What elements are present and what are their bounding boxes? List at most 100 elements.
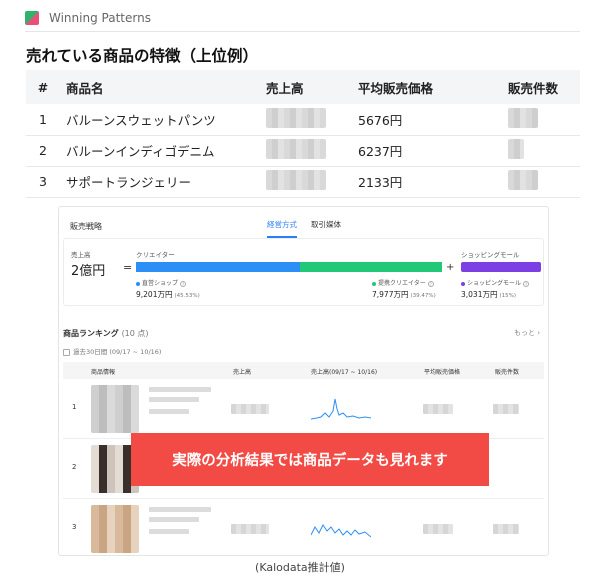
row-number: 3 (26, 166, 60, 198)
tab-management-type[interactable]: 経営方式 (267, 219, 297, 238)
blurred-sales (231, 404, 269, 414)
partner-creator-value: 7,977万円 (39.47%) (372, 289, 436, 300)
data-available-banner: 実際の分析結果では商品データも見れます (131, 433, 489, 486)
sales-breakdown: 売上高 2億円 = クリエイター ショッピングモール + 直営ショップ? 9,2… (63, 238, 544, 306)
col-product-info: 商品情報 (91, 369, 116, 376)
blurred-product-name (149, 387, 211, 392)
product-thumbnail (91, 385, 139, 433)
blurred-product-name (149, 517, 199, 522)
row-number: 2 (26, 135, 60, 167)
blurred-units (508, 139, 524, 159)
col-header-sales: 売上高 (260, 70, 352, 104)
total-sales-value: 2億円 (71, 264, 106, 279)
period-label: 過去30日間 (09/17 ~ 10/16) (63, 346, 161, 356)
section-title: 売れている商品の特徴（上位例） (26, 47, 259, 65)
own-shop-pct: (45.53%) (174, 293, 200, 299)
col-header-avg-price: 平均販売価格 (352, 70, 502, 104)
blurred-avg-price (423, 404, 453, 414)
equals-sign: = (123, 261, 133, 274)
bar-shopping-mall (461, 262, 541, 272)
table-row: 1 バルーンスウェットパンツ 5676円 (26, 104, 580, 136)
blurred-units (493, 404, 519, 414)
app-header: Winning Patterns (25, 4, 580, 32)
rank-number: 3 (72, 523, 77, 531)
creator-dot-icon (372, 281, 376, 286)
creator-label: クリエイター (136, 251, 175, 259)
legend-own-shop: 直営ショップ? (136, 278, 187, 287)
sales-sparkline (311, 524, 371, 538)
col-header-product-name: 商品名 (60, 70, 260, 104)
legend-partner-creator: 提携クリエイター? (372, 278, 434, 287)
mall-amount: 3,031万円 (461, 290, 498, 299)
col-sales-trend: 売上高(09/17 ~ 10/16) (311, 369, 378, 376)
kalodata-screenshot-panel: 販売戦略 経営方式 取引媒体 売上高 2億円 = クリエイター ショッピングモー… (58, 206, 549, 556)
avg-price: 6237円 (352, 135, 502, 167)
mall-dot-icon (461, 281, 465, 286)
product-name: バルーンインディゴデニム (60, 135, 260, 167)
image-caption: (Kalodata推計値) (255, 561, 345, 574)
table-header-row: # 商品名 売上高 平均販売価格 販売件数 (26, 70, 580, 104)
blurred-units (493, 524, 519, 534)
product-thumbnail (91, 505, 139, 553)
help-icon[interactable]: ? (427, 280, 434, 287)
plus-sign: + (446, 262, 455, 273)
ranking-table-header: 商品情報 売上高 売上高(09/17 ~ 10/16) 平均販売価格 販売件数 (63, 362, 544, 379)
col-sales: 売上高 (233, 369, 252, 376)
top-products-table: # 商品名 売上高 平均販売価格 販売件数 1 バルーンスウェットパンツ 567… (26, 70, 580, 198)
table-row: 2 バルーンインディゴデニム 6237円 (26, 135, 580, 167)
strategy-tabs: 経営方式 取引媒体 (267, 219, 341, 238)
own-shop-value: 9,201万円 (45.53%) (136, 289, 200, 300)
blurred-sales (231, 524, 269, 534)
col-avg-price: 平均販売価格 (424, 369, 461, 376)
help-icon[interactable]: ? (523, 280, 530, 287)
legend-creator-label: 提携クリエイター (378, 280, 426, 287)
legend-shopping-mall: ショッピングモール? (461, 278, 530, 287)
mall-pct: (15%) (499, 293, 517, 299)
blurred-units (508, 107, 538, 128)
blurred-sales (266, 139, 326, 159)
ranking-count: (10 点) (121, 329, 149, 338)
own-shop-dot-icon (136, 281, 140, 286)
legend-own-label: 直営ショップ (142, 280, 179, 287)
blurred-product-name (149, 409, 189, 414)
mall-label: ショッピングモール (461, 251, 520, 259)
tab-trade-channel[interactable]: 取引媒体 (311, 219, 341, 238)
col-header-number: # (26, 70, 60, 104)
row-number: 1 (26, 104, 60, 136)
sales-sparkline (311, 398, 371, 420)
sales-label: 売上高 (71, 251, 91, 259)
app-logo-icon (25, 10, 39, 25)
ranking-title-text: 商品ランキング (63, 329, 119, 338)
bar-own-shop (136, 262, 300, 272)
creator-amount: 7,977万円 (372, 290, 409, 299)
ranking-row[interactable]: 1 (63, 379, 544, 439)
product-name: サポートランジェリー (60, 166, 260, 198)
legend-mall-label: ショッピングモール (467, 280, 522, 287)
more-link[interactable]: もっと › (514, 328, 540, 338)
blurred-sales (266, 170, 326, 190)
col-units: 販売件数 (495, 369, 520, 376)
period-text: 過去30日間 (09/17 ~ 10/16) (73, 348, 162, 356)
sales-strategy-label: 販売戦略 (70, 222, 102, 231)
product-name: バルーンスウェットパンツ (60, 104, 260, 136)
blurred-product-name (149, 507, 211, 512)
creator-pct: (39.47%) (410, 293, 436, 299)
shopping-mall-value: 3,031万円 (15%) (461, 289, 516, 300)
rank-number: 1 (72, 403, 77, 411)
calendar-icon (63, 348, 70, 356)
bar-partner-creator (299, 262, 442, 272)
app-title: Winning Patterns (49, 10, 151, 25)
help-icon[interactable]: ? (180, 280, 187, 287)
col-header-units: 販売件数 (502, 70, 580, 104)
blurred-avg-price (423, 524, 453, 534)
blurred-sales (266, 107, 326, 128)
avg-price: 2133円 (352, 166, 502, 198)
ranking-title: 商品ランキング (10 点) (63, 328, 149, 339)
own-shop-amount: 9,201万円 (136, 290, 173, 299)
table-row: 3 サポートランジェリー 2133円 (26, 166, 580, 198)
ranking-row[interactable]: 3 (63, 499, 544, 555)
blurred-units (508, 170, 538, 190)
blurred-product-name (149, 397, 199, 402)
blurred-product-name (149, 529, 189, 534)
rank-number: 2 (72, 463, 77, 471)
